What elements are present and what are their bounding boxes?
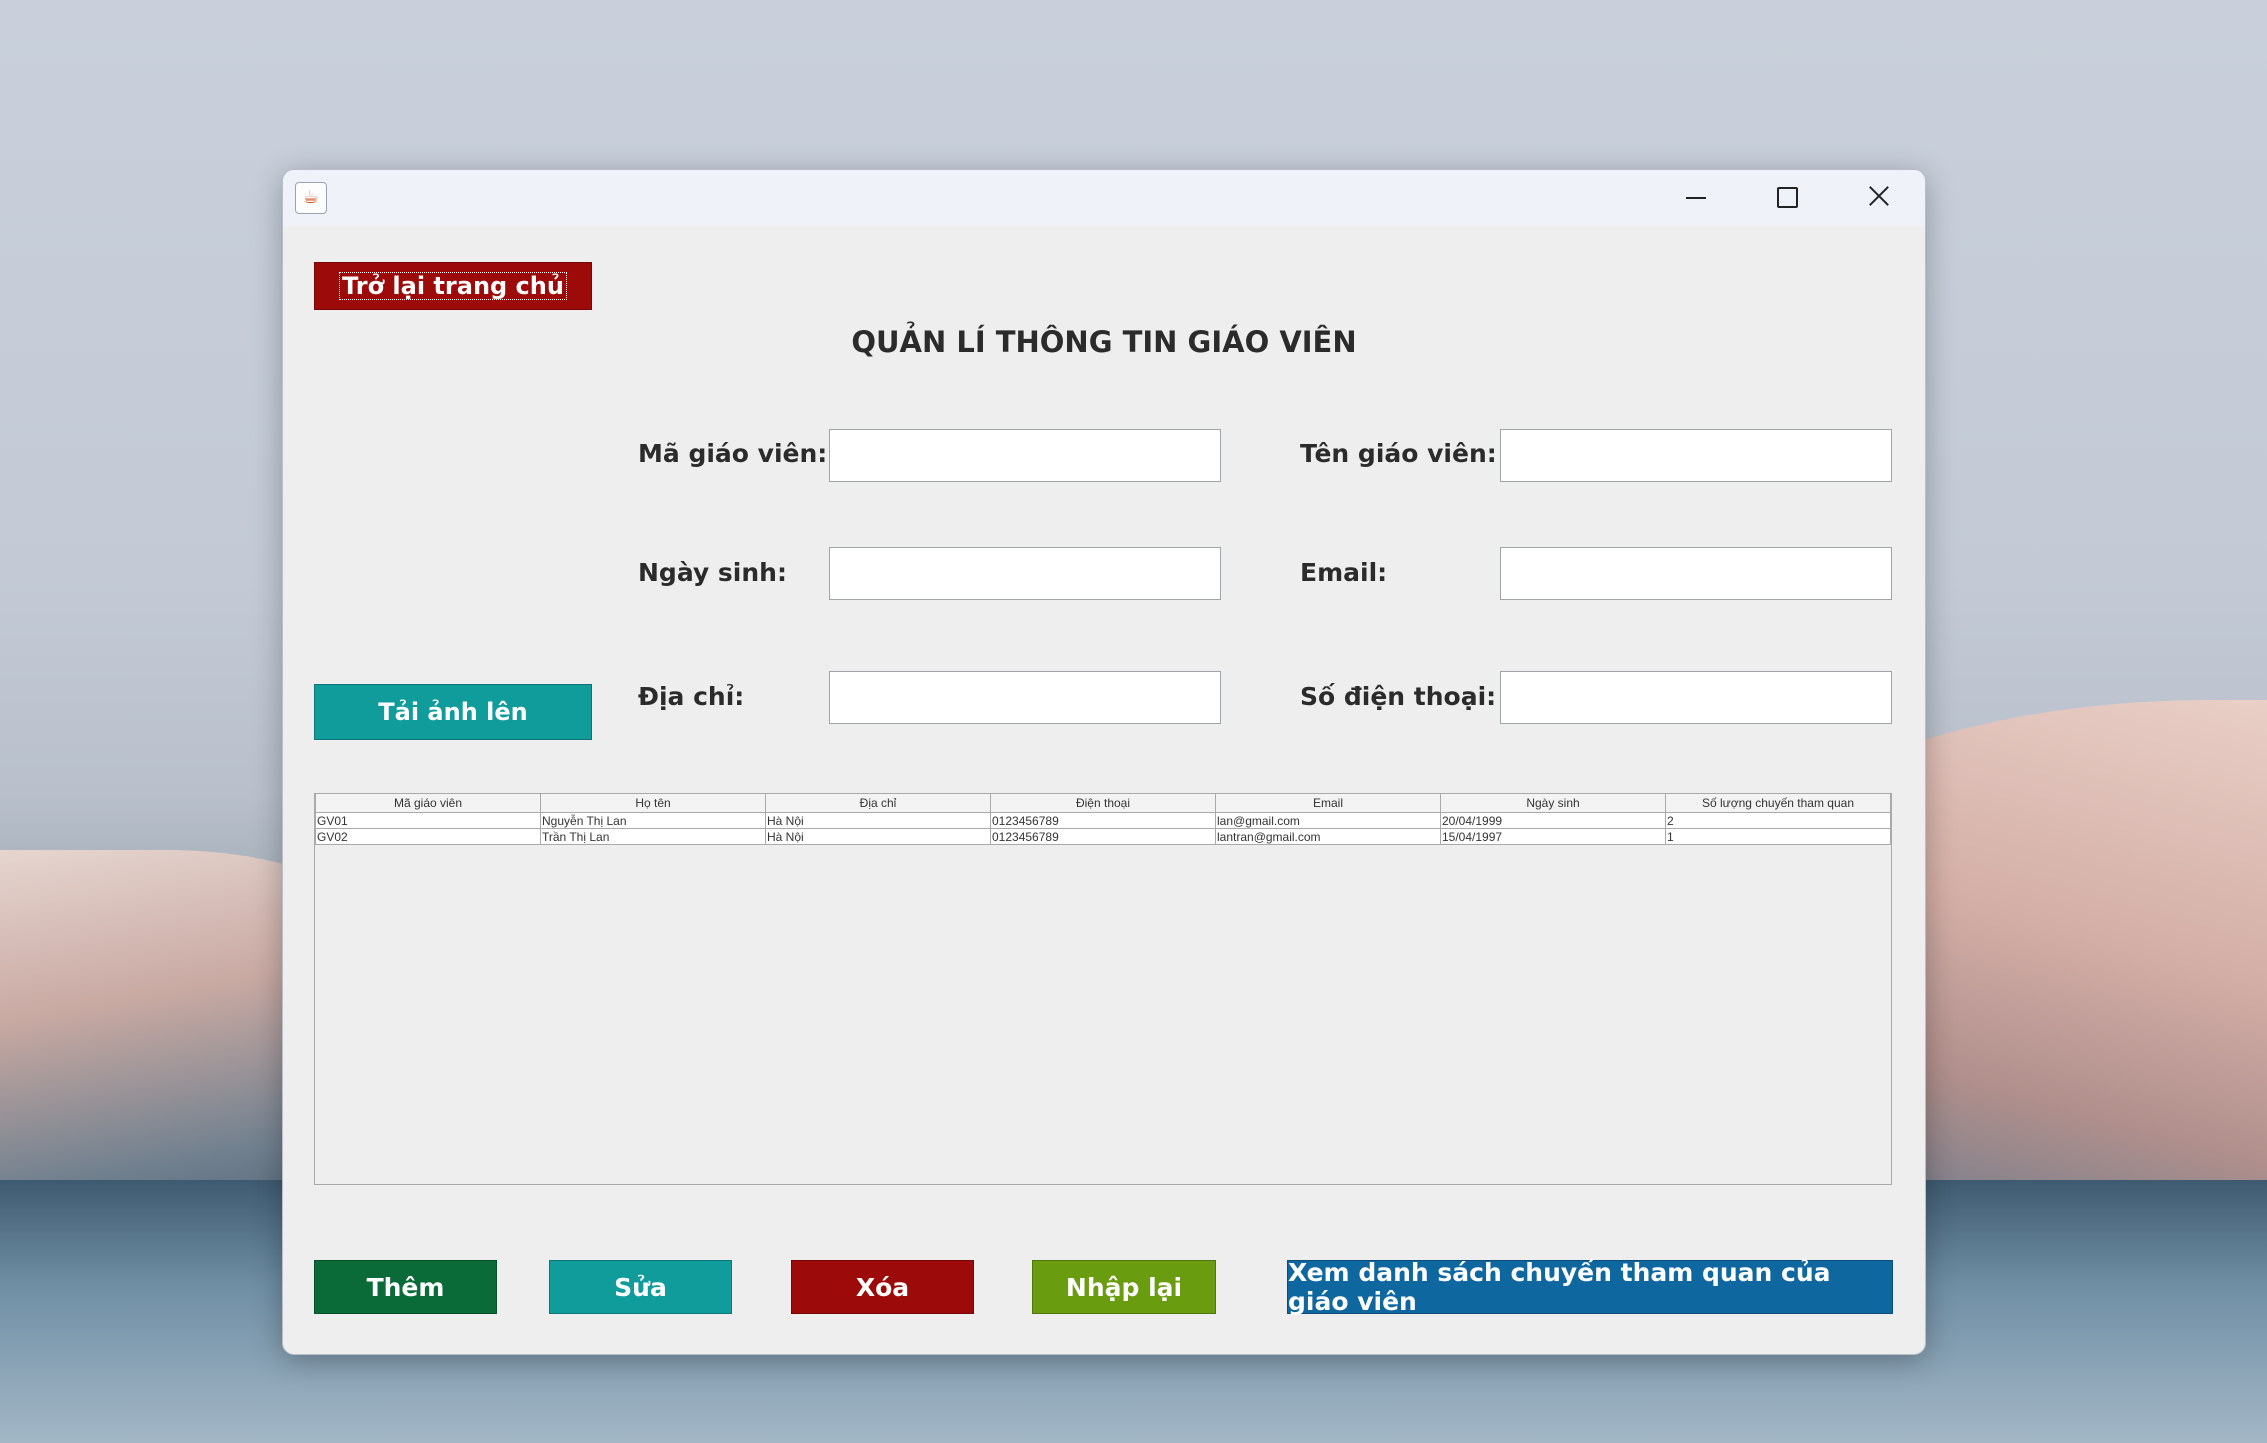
address-label: Địa chỉ: bbox=[638, 682, 745, 711]
java-cup-icon: ☕ bbox=[295, 182, 327, 214]
table-cell: 0123456789 bbox=[990, 812, 1216, 829]
reset-label: Nhập lại bbox=[1065, 1272, 1183, 1302]
column-header[interactable]: Địa chỉ bbox=[765, 794, 991, 813]
teacher-name-label: Tên giáo viên: bbox=[1300, 439, 1497, 468]
column-header[interactable]: Email bbox=[1215, 794, 1441, 813]
address-field[interactable] bbox=[829, 671, 1221, 724]
page-title: QUẢN LÍ THÔNG TIN GIÁO VIÊN bbox=[283, 325, 1925, 359]
table-cell: 20/04/1999 bbox=[1440, 812, 1666, 829]
table-cell: 15/04/1997 bbox=[1440, 828, 1666, 845]
column-header[interactable]: Điện thoại bbox=[990, 794, 1216, 813]
table-cell: 1 bbox=[1665, 828, 1891, 845]
dob-label: Ngày sinh: bbox=[638, 558, 787, 587]
view-trips-label: Xem danh sách chuyến tham quan của giáo … bbox=[1288, 1258, 1831, 1316]
table-cell: Hà Nội bbox=[765, 812, 991, 829]
edit-button[interactable]: Sửa bbox=[549, 1260, 732, 1314]
edit-label: Sửa bbox=[614, 1272, 667, 1302]
table-row[interactable]: GV02 Trần Thị Lan Hà Nội 0123456789 lant… bbox=[315, 828, 1891, 845]
table-header-row: Mã giáo viên Họ tên Địa chỉ Điện thoại E… bbox=[315, 794, 1891, 813]
page-title-text: QUẢN LÍ THÔNG TIN GIÁO VIÊN bbox=[851, 325, 1357, 359]
phone-field[interactable] bbox=[1500, 671, 1892, 724]
maximize-icon[interactable] bbox=[1777, 187, 1798, 208]
phone-label: Số điện thoại: bbox=[1300, 682, 1497, 711]
back-home-button[interactable]: Trở lại trang chủ bbox=[314, 262, 592, 310]
add-label: Thêm bbox=[366, 1272, 445, 1302]
table-cell: Nguyễn Thị Lan bbox=[540, 812, 766, 829]
teacher-id-field[interactable] bbox=[829, 429, 1221, 482]
table-row[interactable]: GV01 Nguyễn Thị Lan Hà Nội 0123456789 la… bbox=[315, 812, 1891, 829]
delete-label: Xóa bbox=[855, 1272, 910, 1302]
view-trips-button[interactable]: Xem danh sách chuyến tham quan của giáo … bbox=[1287, 1258, 1893, 1316]
teacher-id-label: Mã giáo viên: bbox=[638, 439, 828, 468]
table-cell: 0123456789 bbox=[990, 828, 1216, 845]
back-home-label: Trở lại trang chủ bbox=[339, 272, 567, 300]
upload-image-button[interactable]: Tải ảnh lên bbox=[314, 684, 592, 740]
table-cell: GV02 bbox=[315, 828, 541, 845]
close-icon[interactable] bbox=[1866, 183, 1892, 209]
column-header[interactable]: Họ tên bbox=[540, 794, 766, 813]
table-cell: Trần Thị Lan bbox=[540, 828, 766, 845]
table-cell: Hà Nội bbox=[765, 828, 991, 845]
delete-button[interactable]: Xóa bbox=[791, 1260, 974, 1314]
column-header[interactable]: Số lượng chuyến tham quan bbox=[1665, 794, 1891, 813]
title-bar: ☕ bbox=[283, 170, 1925, 226]
table-cell: 2 bbox=[1665, 812, 1891, 829]
minimize-icon[interactable] bbox=[1686, 197, 1706, 199]
table-cell: lantran@gmail.com bbox=[1215, 828, 1441, 845]
dob-field[interactable] bbox=[829, 547, 1221, 600]
add-button[interactable]: Thêm bbox=[314, 1260, 497, 1314]
teacher-table[interactable]: Mã giáo viên Họ tên Địa chỉ Điện thoại E… bbox=[314, 793, 1892, 1185]
email-label: Email: bbox=[1300, 558, 1388, 587]
teacher-name-field[interactable] bbox=[1500, 429, 1892, 482]
email-field[interactable] bbox=[1500, 547, 1892, 600]
table-cell: lan@gmail.com bbox=[1215, 812, 1441, 829]
table-cell: GV01 bbox=[315, 812, 541, 829]
app-window: ☕ Trở lại trang chủ QUẢN LÍ THÔNG TIN GI… bbox=[282, 169, 1926, 1355]
column-header[interactable]: Mã giáo viên bbox=[315, 794, 541, 813]
reset-button[interactable]: Nhập lại bbox=[1032, 1260, 1216, 1314]
column-header[interactable]: Ngày sinh bbox=[1440, 794, 1666, 813]
upload-image-label: Tải ảnh lên bbox=[378, 698, 528, 726]
